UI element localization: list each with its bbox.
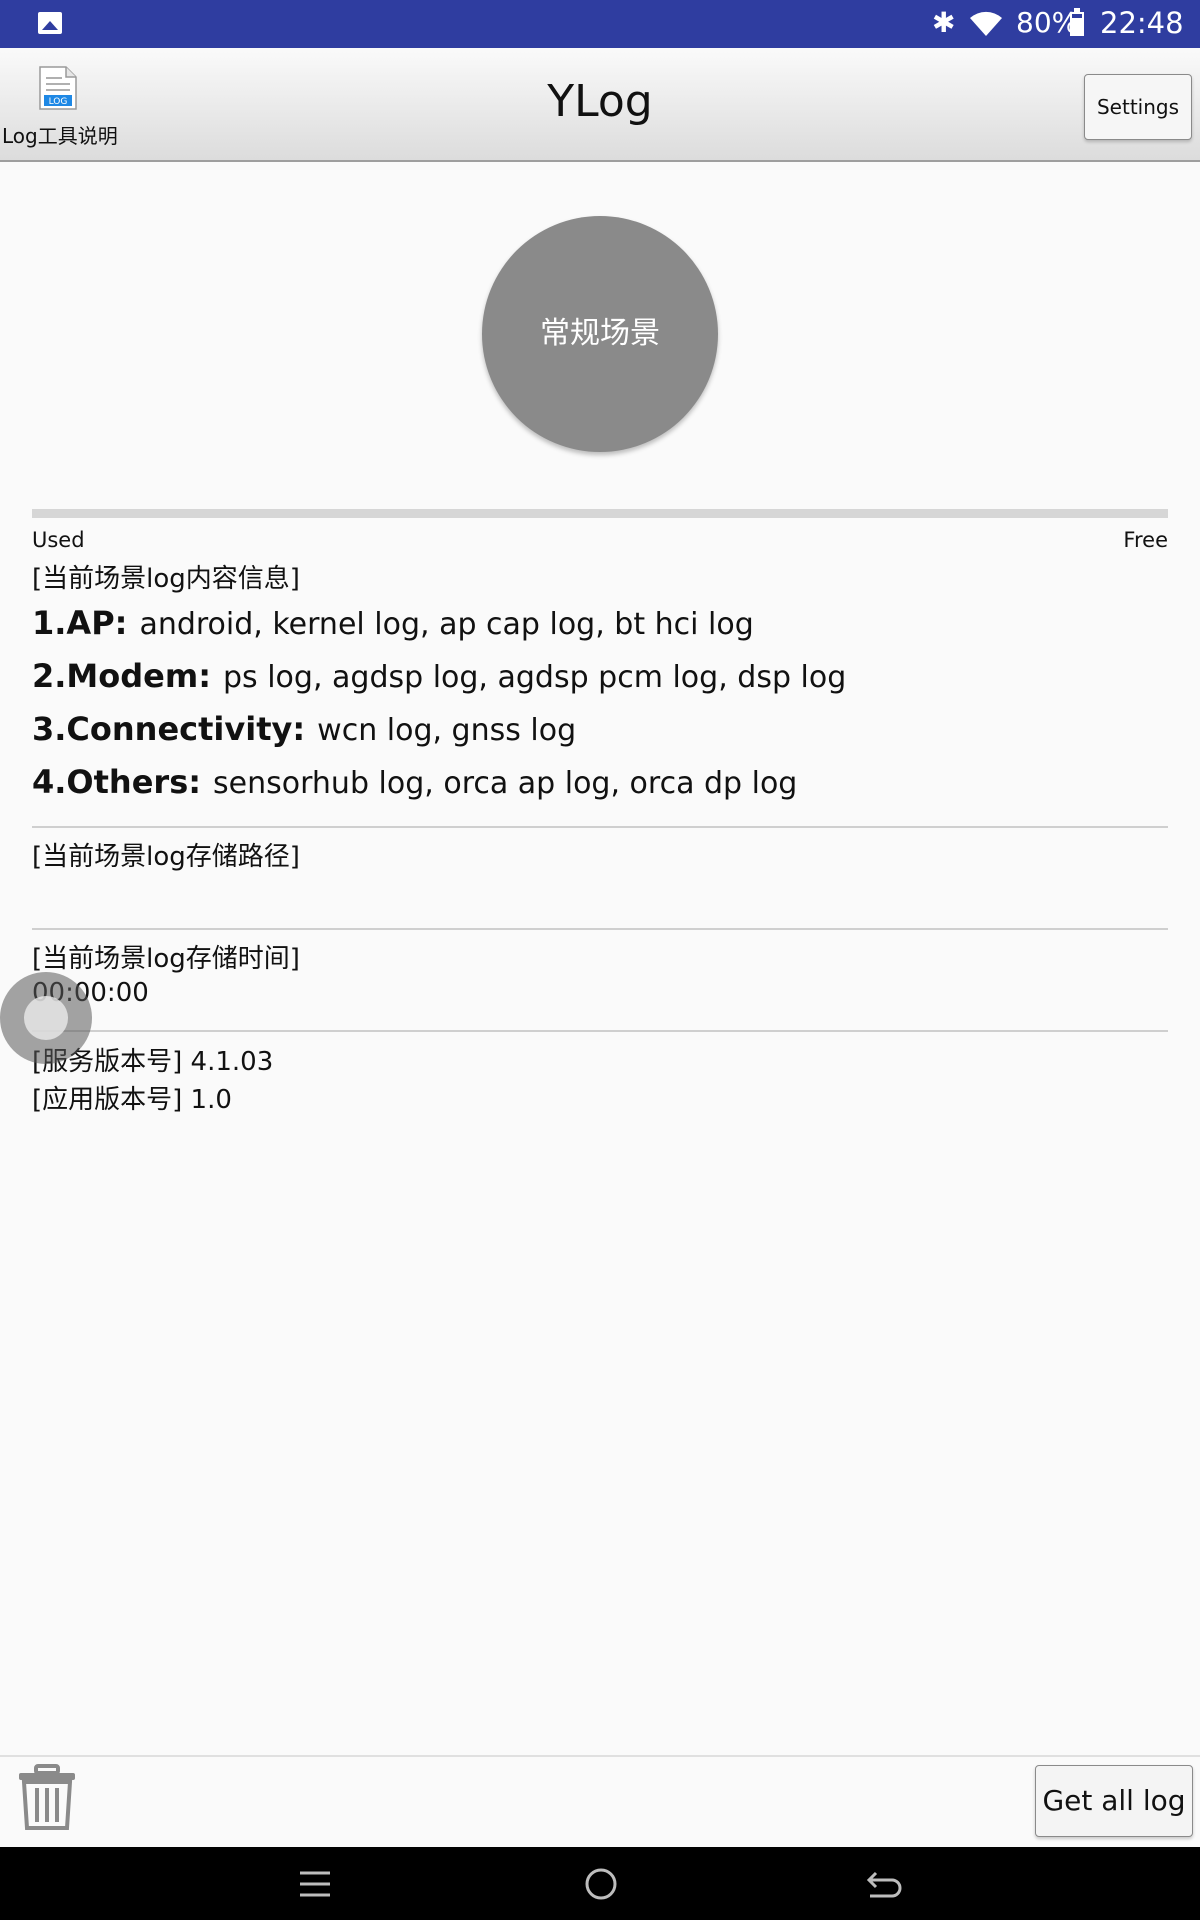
trash-icon[interactable] [16,1764,78,1832]
divider [32,928,1168,930]
battery-percent: 80% [1016,6,1079,39]
log-line-connectivity: 3.Connectivity: wcn log, gnss log [32,710,576,748]
free-label: Free [1123,528,1168,552]
app-title: YLog [547,76,653,127]
app-bar: LOG Log工具说明 YLog Settings [0,48,1200,162]
log-line-others: 4.Others: sensorhub log, orca ap log, orc… [32,763,797,801]
back-icon[interactable] [866,1867,904,1901]
floating-assistive-button[interactable] [0,972,92,1064]
wifi-icon [970,11,1002,36]
log-line-key: 1.AP: [32,604,128,642]
divider [32,1030,1168,1032]
log-line-modem: 2.Modem: ps log, agdsp log, agdsp pcm log… [32,657,846,695]
navigation-bar [0,1847,1200,1920]
used-label: Used [32,528,85,552]
log-line-ap: 1.AP: android, kernel log, ap cap log, bt… [32,604,754,642]
log-line-value: sensorhub log, orca ap log, orca dp log [213,766,798,801]
scenario-button[interactable]: 常规场景 [482,216,718,452]
bluetooth-icon: ✱ [932,6,956,39]
log-line-key: 2.Modem: [32,657,211,695]
divider [32,826,1168,828]
log-line-value: ps log, agdsp log, agdsp pcm log, dsp lo… [223,660,847,695]
settings-button[interactable]: Settings [1084,74,1192,140]
home-icon[interactable] [584,1867,618,1901]
log-line-key: 3.Connectivity: [32,710,306,748]
log-line-value: wcn log, gnss log [317,713,577,748]
app-version: [应用版本号] 1.0 [32,1085,232,1115]
log-line-value: android, kernel log, ap cap log, bt hci … [139,607,754,642]
status-bar: ✱ 80% 22:48 [0,0,1200,48]
battery-icon [1070,8,1084,36]
get-all-log-button[interactable]: Get all log [1035,1765,1193,1837]
content-info-title: [当前场景log内容信息] [32,564,300,594]
divider [0,1755,1200,1757]
storage-time-title: [当前场景log存储时间] [32,944,300,974]
storage-usage-bar [32,509,1168,518]
image-icon [38,12,62,34]
clock: 22:48 [1100,6,1184,40]
storage-path-title: [当前场景log存储路径] [32,842,300,872]
menu-icon[interactable] [298,1869,332,1899]
log-line-key: 4.Others: [32,763,202,801]
